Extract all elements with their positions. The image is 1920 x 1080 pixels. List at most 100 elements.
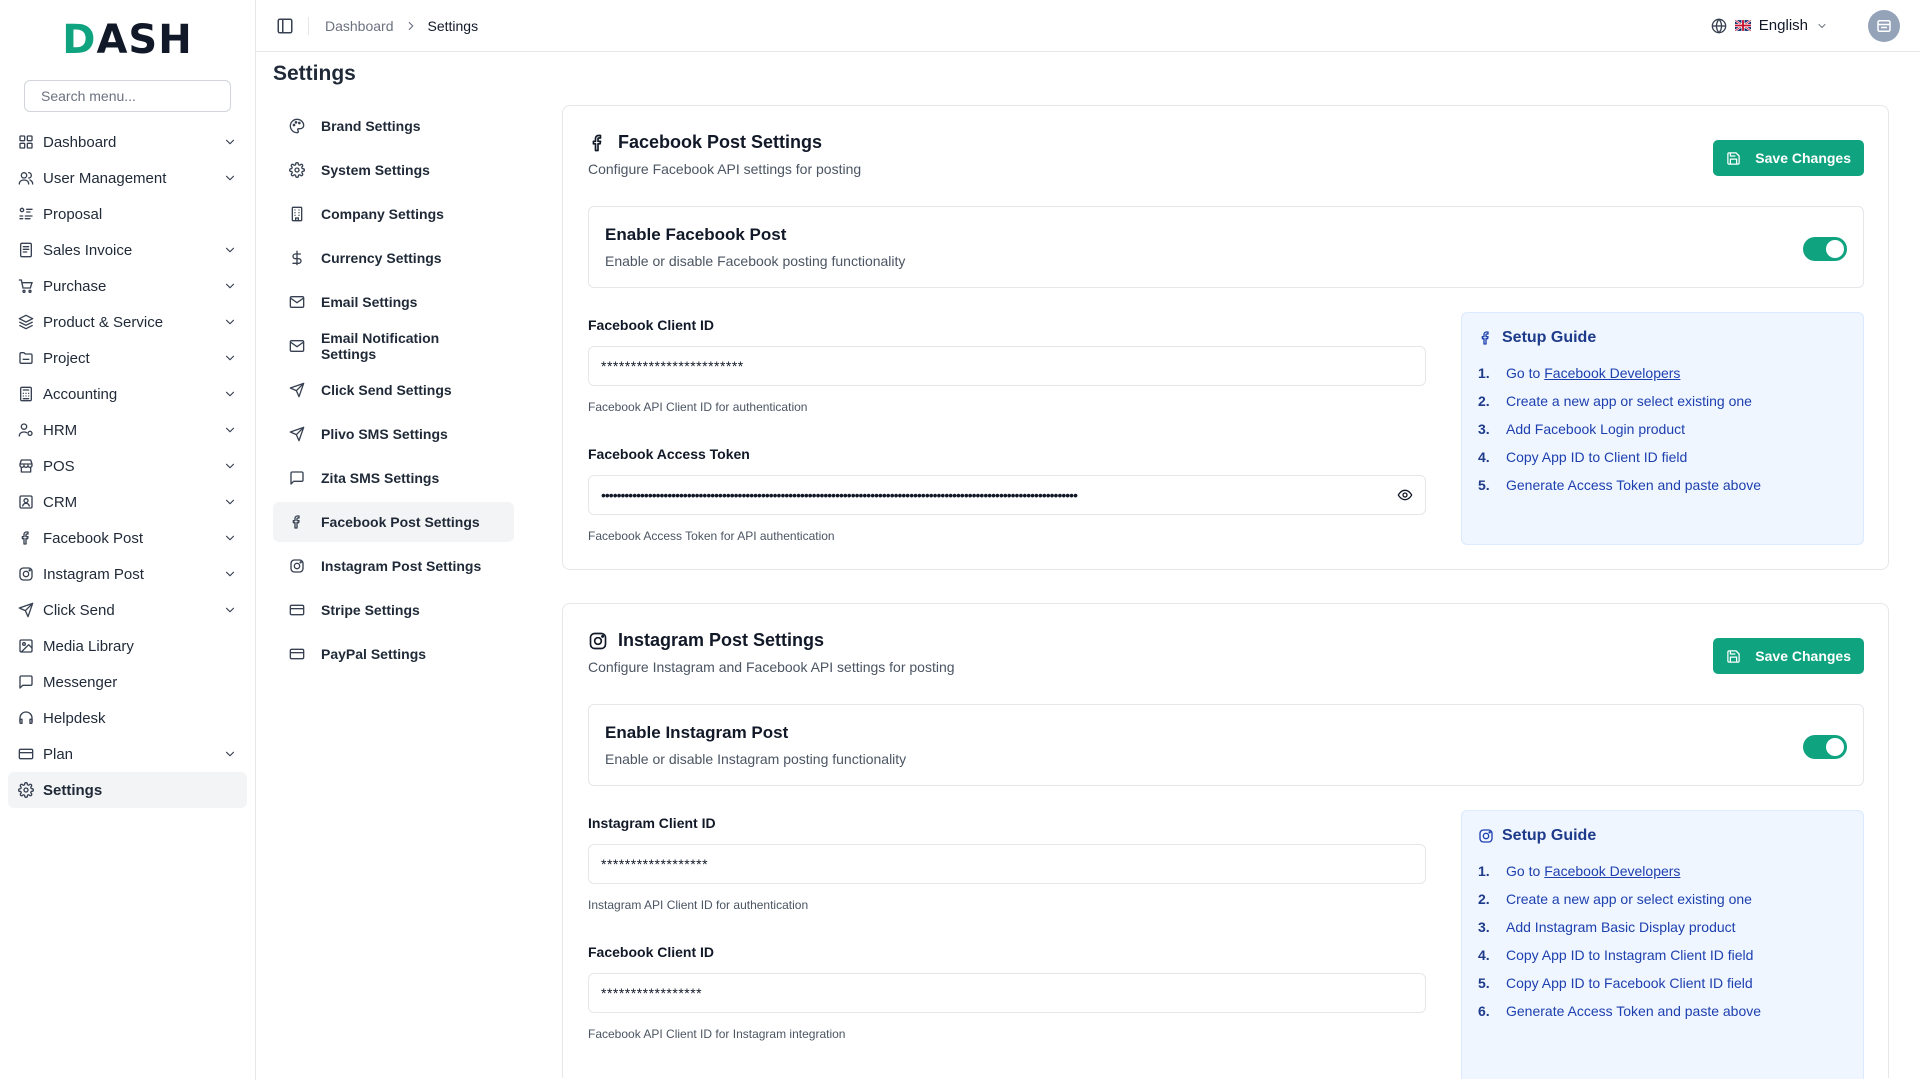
- guide-step: 1. Go to Facebook Developers: [1478, 857, 1847, 885]
- user-cog-icon: [18, 422, 34, 438]
- sidebar-item-helpdesk[interactable]: Helpdesk: [8, 700, 247, 736]
- instagram-icon: [1478, 828, 1494, 844]
- save-icon: [1726, 649, 1741, 664]
- sidebar-item-settings[interactable]: Settings: [8, 772, 247, 808]
- facebook-developers-link[interactable]: Facebook Developers: [1544, 365, 1680, 381]
- sidebar-item-label: Messenger: [43, 673, 118, 691]
- chevron-down-icon: [223, 459, 237, 473]
- sidebar-item-plan[interactable]: Plan: [8, 736, 247, 772]
- sidebar-item-label: Helpdesk: [43, 709, 106, 727]
- card-icon: [289, 602, 305, 618]
- guide-steps: 1. Go to Facebook Developers 2. Create a new…: [1478, 857, 1847, 1025]
- field-label: Facebook Client ID: [588, 944, 715, 960]
- field-help: Facebook API Client ID for Instagram int…: [588, 1027, 846, 1041]
- logo[interactable]: DASH: [0, 0, 255, 80]
- sidebar-item-crm[interactable]: CRM: [8, 484, 247, 520]
- settings-menu-instagram-post-settings[interactable]: Instagram Post Settings: [273, 546, 514, 586]
- sidebar-item-click-send[interactable]: Click Send: [8, 592, 247, 628]
- chevron-down-icon: [223, 135, 237, 149]
- sidebar-item-facebook-post[interactable]: Facebook Post: [8, 520, 247, 556]
- layers-icon: [18, 314, 34, 330]
- settings-menu-email-settings[interactable]: Email Settings: [273, 282, 514, 322]
- save-button[interactable]: Save Changes: [1713, 638, 1864, 674]
- avatar[interactable]: [1868, 9, 1900, 42]
- step-number: 1.: [1478, 863, 1490, 879]
- sidebar-item-proposal[interactable]: Proposal: [8, 196, 247, 232]
- store-icon: [18, 458, 34, 474]
- card-title: Facebook Post Settings: [618, 132, 823, 152]
- search-box[interactable]: [24, 80, 231, 112]
- logo-prefix: D: [62, 17, 97, 63]
- enable-instagram-toggle[interactable]: [1803, 735, 1847, 759]
- toggle-description: Enable or disable Instagram posting func…: [605, 751, 907, 767]
- save-button[interactable]: Save Changes: [1713, 140, 1864, 176]
- sidebar-item-pos[interactable]: POS: [8, 448, 247, 484]
- facebook-token-field: Facebook Access Token ••••••••••••••••••…: [588, 446, 1426, 543]
- input-value: ••••••••••••••••••••••••••••••••••••••••…: [601, 487, 1078, 503]
- sidebar-item-label: Click Send: [43, 601, 115, 619]
- facebook-token-input[interactable]: ••••••••••••••••••••••••••••••••••••••••…: [588, 475, 1426, 515]
- instagram-client-id-field: Instagram Client ID ****************** I…: [588, 815, 1426, 912]
- settings-menu-label: PayPal Settings: [321, 646, 427, 662]
- settings-menu-label: Plivo SMS Settings: [321, 426, 448, 442]
- sidebar-item-purchase[interactable]: Purchase: [8, 268, 247, 304]
- sidebar-item-user-management[interactable]: User Management: [8, 160, 247, 196]
- sidebar-toggle-icon[interactable]: [276, 17, 294, 35]
- chevron-down-icon: [223, 531, 237, 545]
- settings-menu-stripe-settings[interactable]: Stripe Settings: [273, 590, 514, 630]
- step-text: Create a new app or select existing one: [1506, 393, 1752, 409]
- sidebar-item-label: Project: [43, 349, 90, 367]
- save-label: Save Changes: [1755, 648, 1851, 664]
- settings-menu-company-settings[interactable]: Company Settings: [273, 194, 514, 234]
- guide-title: Setup Guide: [1502, 827, 1597, 844]
- search-input[interactable]: [41, 88, 222, 104]
- settings-menu-email-notification-settings[interactable]: Email Notification Settings: [273, 326, 514, 366]
- sidebar-item-media-library[interactable]: Media Library: [8, 628, 247, 664]
- chevron-down-icon: [223, 603, 237, 617]
- facebook-client-id-input[interactable]: ************************: [588, 346, 1426, 386]
- sidebar-item-messenger[interactable]: Messenger: [8, 664, 247, 700]
- sidebar-item-label: CRM: [43, 493, 78, 511]
- gear-icon: [18, 782, 34, 798]
- settings-menu-facebook-post-settings[interactable]: Facebook Post Settings: [273, 502, 514, 542]
- facebook-icon: [588, 133, 608, 153]
- settings-menu-currency-settings[interactable]: Currency Settings: [273, 238, 514, 278]
- eye-icon[interactable]: [1397, 487, 1413, 503]
- breadcrumb-dashboard[interactable]: Dashboard: [325, 18, 394, 34]
- settings-menu-system-settings[interactable]: System Settings: [273, 150, 514, 190]
- sidebar-item-hrm[interactable]: HRM: [8, 412, 247, 448]
- sidebar-item-label: Purchase: [43, 277, 107, 295]
- breadcrumb-current: Settings: [427, 17, 479, 34]
- setup-guide: Setup Guide 1. Go to Facebook Developers 2.…: [1461, 810, 1864, 1079]
- field-label: Facebook Client ID: [588, 317, 715, 333]
- instagram-facebook-client-id-input[interactable]: *****************: [588, 973, 1426, 1013]
- instagram-client-id-input[interactable]: ******************: [588, 844, 1426, 884]
- settings-menu-paypal-settings[interactable]: PayPal Settings: [273, 634, 514, 674]
- step-number: 3.: [1478, 421, 1490, 437]
- settings-menu-label: Facebook Post Settings: [321, 514, 480, 530]
- settings-menu-click-send-settings[interactable]: Click Send Settings: [273, 370, 514, 410]
- mail-icon: [289, 294, 305, 310]
- enable-facebook-toggle[interactable]: [1803, 237, 1847, 261]
- sidebar-item-dashboard[interactable]: Dashboard: [8, 124, 247, 160]
- settings-menu-brand-settings[interactable]: Brand Settings: [273, 106, 514, 146]
- sidebar-item-sales-invoice[interactable]: Sales Invoice: [8, 232, 247, 268]
- language-selector[interactable]: English: [1711, 9, 1900, 42]
- guide-step: 3. Add Facebook Login product: [1478, 415, 1847, 443]
- guide-step: 4. Copy App ID to Instagram Client ID fie…: [1478, 941, 1847, 969]
- sidebar-item-instagram-post[interactable]: Instagram Post: [8, 556, 247, 592]
- settings-menu-zita-sms-settings[interactable]: Zita SMS Settings: [273, 458, 514, 498]
- settings-menu-plivo-sms-settings[interactable]: Plivo SMS Settings: [273, 414, 514, 454]
- toggle-knob: [1826, 240, 1844, 258]
- sidebar-item-label: Proposal: [43, 205, 103, 223]
- step-number: 5.: [1478, 477, 1490, 493]
- sidebar-item-project[interactable]: Project: [8, 340, 247, 376]
- guide-title: Setup Guide: [1502, 329, 1597, 346]
- sidebar-item-label: Media Library: [43, 637, 134, 655]
- sidebar-item-product-and-service[interactable]: Product & Service: [8, 304, 247, 340]
- step-number: 4.: [1478, 947, 1490, 963]
- facebook-settings-card: Facebook Post Settings Configure Faceboo…: [562, 105, 1889, 570]
- facebook-developers-link[interactable]: Facebook Developers: [1544, 863, 1680, 879]
- avatar-image-icon: [1877, 19, 1891, 32]
- sidebar-item-accounting[interactable]: Accounting: [8, 376, 247, 412]
